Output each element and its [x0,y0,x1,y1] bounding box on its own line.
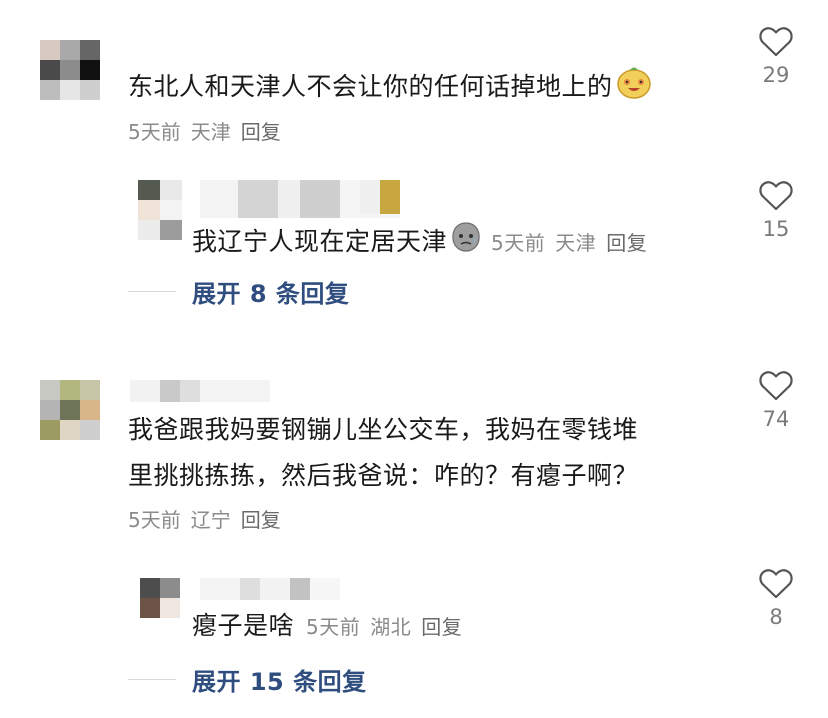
like-count: 74 [762,407,790,431]
like-button[interactable]: 15 [746,180,806,242]
expand-divider [128,291,176,292]
comment-meta: 5天前 天津 回复 [128,118,291,146]
comment-time: 5天前 [128,120,181,144]
grinning-face-emoji [615,65,653,111]
like-count: 15 [762,217,790,241]
expand-divider [128,679,176,680]
reply-location: 湖北 [370,615,412,639]
like-count: 8 [769,605,783,629]
like-count: 29 [762,63,790,87]
heart-outline-icon [759,371,793,401]
reply-time: 5天前 [306,615,361,639]
reply-button[interactable]: 回复 [241,120,281,144]
username-badge [360,180,400,214]
comment-location: 辽宁 [190,508,231,532]
reply-time: 5天前 [491,231,546,255]
comment-location: 天津 [190,120,231,144]
like-button[interactable]: 8 [746,568,806,630]
comment-text: 东北人和天津人不会让你的任何话掉地上的 [128,65,653,111]
heart-outline-icon [759,569,793,599]
reply-button[interactable]: 回复 [241,508,281,532]
comment-time: 5天前 [128,508,181,532]
comment-text-line-1: 我爸跟我妈要钢镚儿坐公交车，我妈在零钱堆 [128,415,639,444]
avatar[interactable] [138,180,182,240]
username-blurred[interactable] [200,578,340,600]
like-button[interactable]: 74 [746,370,806,432]
reply-button[interactable]: 回复 [421,615,462,639]
avatar[interactable] [40,380,100,440]
reply-text: 瘪子是啥 5天前 湖北 回复 [192,611,463,640]
heart-outline-icon [759,181,793,211]
reply-text: 我辽宁人现在定居天津 5天前 天津 回复 [192,220,657,266]
like-button[interactable]: 29 [746,26,806,88]
expand-replies-button[interactable]: 展开 8 条回复 [128,274,349,309]
comment-text-line-2: 里挑挑拣拣，然后我爸说：咋的？有瘪子啊？ [128,461,639,490]
reply-button[interactable]: 回复 [606,231,647,255]
username-blurred[interactable] [130,380,270,402]
pensive-face-emoji [449,220,483,266]
reply-location: 天津 [555,231,597,255]
heart-outline-icon [759,27,793,57]
expand-replies-label: 展开 15 条回复 [192,668,367,696]
avatar[interactable] [140,578,180,618]
avatar[interactable] [40,40,100,100]
expand-replies-button[interactable]: 展开 15 条回复 [128,662,367,697]
comment-meta: 5天前 辽宁 回复 [128,506,291,534]
expand-replies-label: 展开 8 条回复 [192,280,350,308]
